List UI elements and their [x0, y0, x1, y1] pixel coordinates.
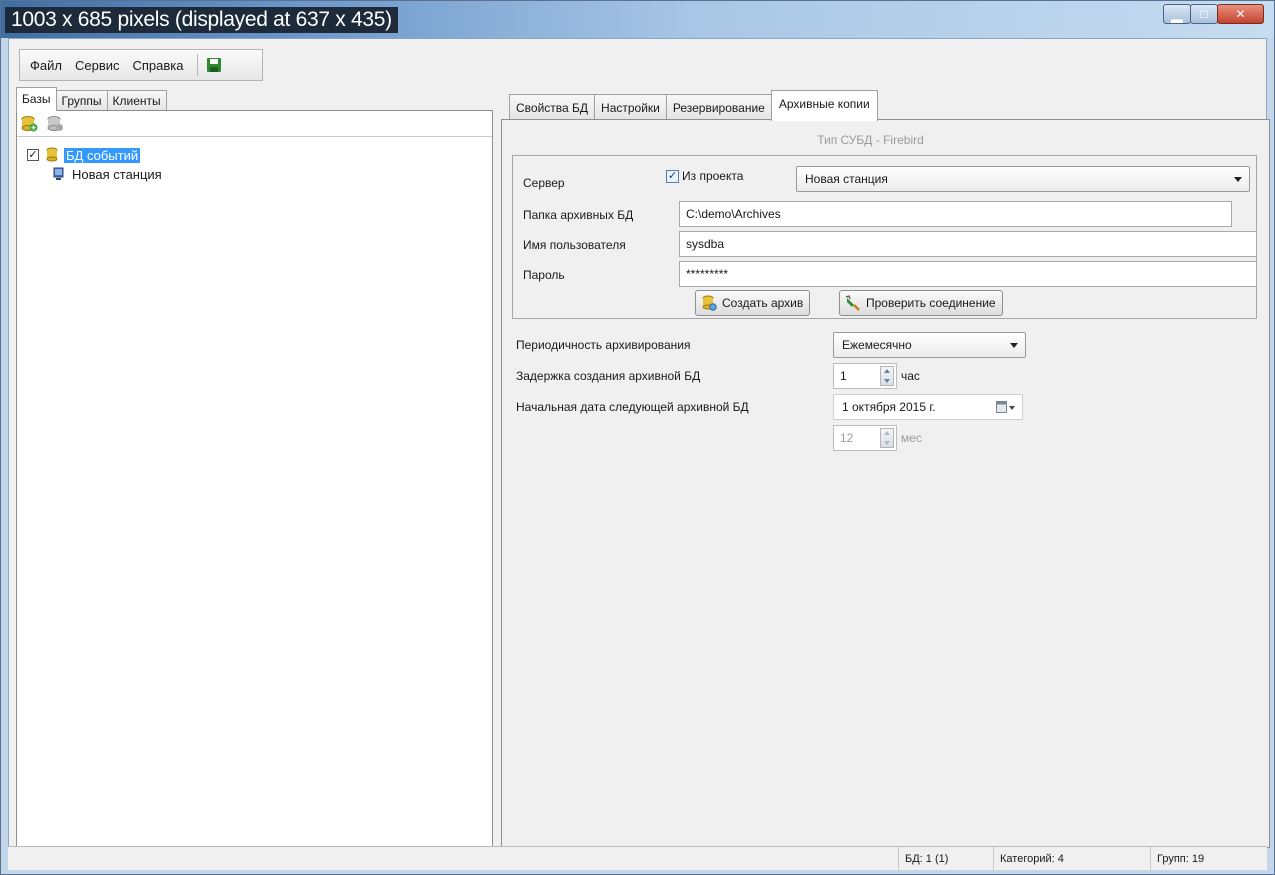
connection-group: Сервер ✓ Из проекта Новая станция Папка … — [512, 155, 1257, 319]
start-date-value: 1 октября 2015 г. — [842, 400, 936, 414]
left-tab-strip: Базы Группы Клиенты — [16, 87, 167, 111]
menu-help[interactable]: Справка — [131, 56, 186, 75]
period-combo-value: Ежемесячно — [842, 338, 912, 352]
right-tab-strip: Свойства БД Настройки Резервирование Арх… — [509, 90, 878, 121]
window-controls: ▬ □ ✕ — [1163, 4, 1264, 26]
months-unit: мес — [901, 431, 922, 445]
close-button[interactable]: ✕ — [1217, 4, 1264, 24]
delay-spin-buttons[interactable] — [880, 366, 894, 386]
username-field[interactable]: sysdba — [679, 231, 1257, 257]
tab-databases[interactable]: Базы — [16, 87, 57, 111]
status-categories: Категорий: 4 — [993, 847, 1064, 871]
plug-icon — [845, 295, 860, 311]
maximize-icon: □ — [1200, 7, 1208, 21]
password-field[interactable]: ********* — [679, 261, 1257, 287]
tab-archive-copies[interactable]: Архивные копии — [770, 90, 878, 121]
start-date-picker[interactable]: 1 октября 2015 г. — [833, 394, 1023, 420]
close-icon: ✕ — [1235, 7, 1246, 21]
database-tree: ✓ БД событий Новая станция — [27, 147, 162, 185]
database-icon — [46, 147, 58, 162]
server-combo-value: Новая станция — [805, 172, 888, 186]
db-checkbox[interactable]: ✓ — [27, 149, 39, 161]
tree-toolbar — [17, 111, 492, 137]
window-title: 1003 x 685 pixels (displayed at 637 x 43… — [5, 7, 398, 33]
months-spin-buttons — [880, 428, 894, 448]
from-project-label: Из проекта — [682, 169, 744, 183]
server-combo[interactable]: Новая станция — [796, 166, 1250, 192]
menubar: Файл Сервис Справка — [19, 49, 263, 81]
tab-backup[interactable]: Резервирование — [665, 94, 772, 121]
check-connection-label: Проверить соединение — [866, 296, 996, 310]
chevron-down-icon — [1010, 343, 1018, 348]
delay-label: Задержка создания архивной БД — [516, 369, 701, 383]
period-combo[interactable]: Ежемесячно — [833, 332, 1026, 358]
archive-folder-field[interactable]: C:\demo\Archives — [679, 201, 1232, 227]
tree-item-station-label: Новая станция — [72, 166, 162, 182]
tree-item-db-label: БД событий — [64, 147, 141, 163]
password-label: Пароль — [523, 268, 565, 282]
period-label: Периодичность архивирования — [516, 338, 691, 352]
start-date-label: Начальная дата следующей архивной БД — [516, 400, 749, 414]
menu-service[interactable]: Сервис — [73, 56, 122, 75]
delay-value: 1 — [840, 369, 847, 383]
delay-unit: час — [901, 369, 920, 383]
db-type-label: Тип СУБД - Firebird — [817, 133, 924, 147]
archive-copies-panel: Тип СУБД - Firebird Сервер ✓ Из проекта … — [501, 119, 1270, 848]
status-groups: Групп: 19 — [1150, 847, 1204, 871]
status-db-count: БД: 1 (1) — [898, 847, 948, 871]
databases-panel: ✓ БД событий Новая станция — [16, 110, 493, 848]
chevron-down-icon — [1234, 177, 1242, 182]
months-value: 12 — [840, 431, 854, 445]
add-database-icon[interactable] — [20, 115, 38, 133]
menu-file[interactable]: Файл — [28, 56, 64, 75]
archive-folder-label: Папка архивных БД — [523, 208, 634, 222]
check-connection-button[interactable]: Проверить соединение — [839, 290, 1003, 316]
archive-db-icon — [702, 295, 717, 311]
title-bar[interactable]: 1003 x 685 pixels (displayed at 637 x 43… — [1, 1, 1274, 38]
minimize-icon: ▬ — [1171, 12, 1183, 26]
tree-item-station[interactable]: Новая станция — [27, 166, 162, 182]
maximize-button[interactable]: □ — [1190, 4, 1218, 24]
tab-db-properties[interactable]: Свойства БД — [509, 94, 596, 121]
save-icon[interactable] — [206, 57, 222, 73]
username-label: Имя пользователя — [523, 238, 626, 252]
menu-separator — [196, 54, 198, 76]
months-stepper: 12 — [833, 425, 897, 451]
tab-settings[interactable]: Настройки — [594, 94, 667, 121]
tab-clients[interactable]: Клиенты — [106, 90, 167, 111]
tree-item-db[interactable]: ✓ БД событий — [27, 147, 162, 163]
workstation-icon — [53, 167, 64, 180]
minimize-button[interactable]: ▬ — [1163, 4, 1191, 26]
create-archive-button[interactable]: Создать архив — [695, 290, 811, 316]
tab-groups[interactable]: Группы — [55, 90, 108, 111]
server-label: Сервер — [523, 176, 565, 190]
remove-database-icon[interactable] — [46, 115, 64, 133]
delay-stepper[interactable]: 1 — [833, 363, 897, 389]
calendar-dropdown-icon[interactable] — [996, 401, 1016, 414]
create-archive-label: Создать архив — [722, 296, 804, 310]
from-project-checkbox[interactable]: ✓ — [666, 170, 679, 183]
main-client-area: Файл Сервис Справка Базы Группы Клиенты — [8, 38, 1270, 868]
status-bar: БД: 1 (1) Категорий: 4 Групп: 19 — [8, 846, 1267, 871]
